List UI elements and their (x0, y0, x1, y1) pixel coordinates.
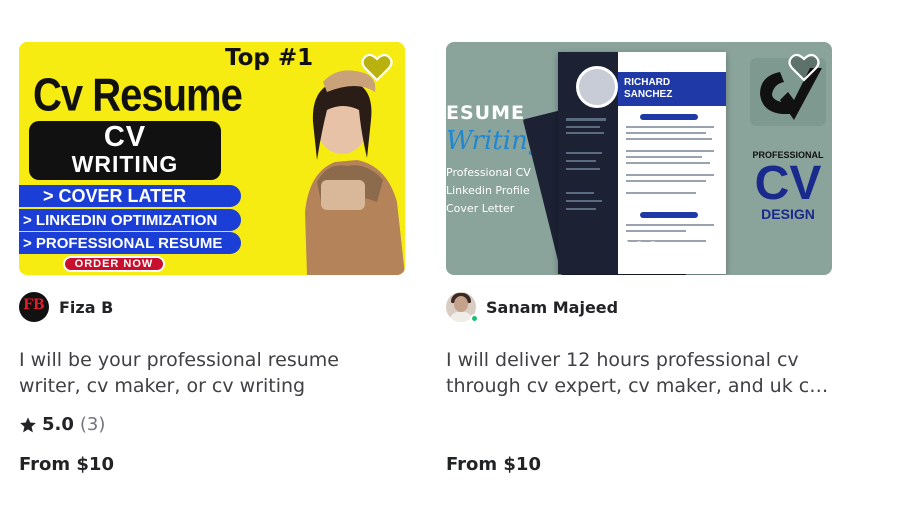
favorite-heart-icon[interactable] (361, 53, 393, 83)
thumbnail-box: CV WRITING (29, 121, 221, 180)
gig-title[interactable]: I will deliver 12 hours professional cv … (446, 347, 834, 399)
resume-name: RICHARD SANCHEZ (618, 72, 726, 106)
person-photo (305, 70, 405, 275)
thumbnail-box-line1: CV (103, 121, 147, 153)
monogram-logo-icon: FB (23, 297, 45, 313)
thumbnail-line: Cover Letter (446, 202, 515, 215)
seller-name[interactable]: Fiza B (59, 298, 113, 317)
gig-thumbnail[interactable]: Top #1 Cv Resume CV WRITING > COVER LATE… (19, 42, 405, 275)
gig-title[interactable]: I will be your professional resume write… (19, 347, 407, 399)
seller-info[interactable]: Sanam Majeed (446, 292, 618, 323)
carousel-dot[interactable] (649, 240, 657, 249)
thumbnail-box-line2: WRITING (71, 151, 179, 177)
resume-name-line: SANCHEZ (624, 89, 673, 100)
gig-card[interactable]: Top #1 Cv Resume CV WRITING > COVER LATE… (19, 42, 407, 475)
online-status-icon (470, 314, 479, 323)
avatar-face (454, 296, 468, 312)
thumbnail-bar: > LINKEDIN OPTIMIZATION (19, 209, 241, 231)
rating-count: (3) (79, 414, 106, 435)
thumbnail-lines: Professional CV Linkedin Profile Cover L… (446, 164, 544, 218)
gig-title-line[interactable]: writer, cv maker, or cv writing (19, 373, 407, 399)
gig-price[interactable]: From $10 (446, 454, 541, 475)
gig-thumbnail[interactable]: ESUME Writing Professional CV Linkedin P… (446, 42, 832, 275)
gig-card[interactable]: ESUME Writing Professional CV Linkedin P… (446, 42, 834, 475)
resume-photo (576, 66, 618, 108)
rating: 5.0 (3) (19, 414, 105, 435)
star-icon (20, 416, 36, 432)
gig-title-line[interactable]: I will deliver 12 hours professional cv (446, 347, 834, 373)
rating-value: 5.0 (42, 414, 74, 435)
thumbnail-cta: ORDER NOW (63, 256, 165, 272)
gig-price[interactable]: From $10 (19, 454, 114, 475)
seller-name[interactable]: Sanam Majeed (486, 298, 618, 317)
gig-title-line[interactable]: through cv expert, cv maker, and uk cv w… (446, 373, 834, 399)
resume-name-line: RICHARD (624, 77, 671, 88)
avatar[interactable]: FB (19, 292, 49, 322)
seller-info[interactable]: FB Fiza B (19, 292, 113, 322)
favorite-heart-icon[interactable] (788, 53, 820, 83)
thumbnail-line: Linkedin Profile (446, 184, 530, 197)
thumbnail-bar: > PROFESSIONAL RESUME (19, 232, 241, 254)
thumbnail-bar: > COVER LATER (19, 185, 241, 207)
gig-title-line[interactable]: I will be your professional resume (19, 347, 407, 373)
thumbnail-line: Professional CV (446, 166, 531, 179)
carousel-dots[interactable] (618, 239, 657, 250)
thumbnail-cv-label: CV (754, 157, 822, 210)
avatar-body (450, 312, 472, 322)
thumbnail-design-label: DESIGN (761, 206, 815, 222)
carousel-dot[interactable] (618, 239, 629, 250)
carousel-dot[interactable] (635, 240, 643, 249)
thumbnail-headline: Cv Resume (33, 70, 243, 121)
